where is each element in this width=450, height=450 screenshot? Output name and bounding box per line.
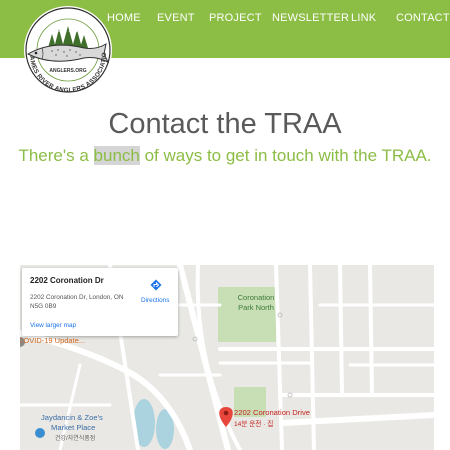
marker-label: 2202 Coronation Drive [234, 408, 310, 417]
logo-established: EST. 1986 [55, 28, 80, 34]
covid-label: COVID-19 Update... [20, 336, 86, 345]
nav-project[interactable]: PROJECT [209, 12, 262, 24]
subtitle-text-before: There's a [18, 146, 94, 165]
subtitle-text-after: of ways to get in touch with the TRAA. [139, 146, 432, 165]
nav-contact[interactable]: CONTACT [396, 12, 450, 24]
market-label-2: Market Place [51, 423, 96, 432]
market-pin-icon[interactable] [35, 428, 45, 438]
directions-link[interactable]: Directions [141, 297, 169, 304]
map-info-card: 2202 Coronation Dr 2202 Coronation Dr, L… [22, 268, 178, 336]
page-subtitle: There's a bunch of ways to get in touch … [0, 146, 450, 166]
card-address: 2202 Coronation Dr, London, ON N5G 0B9 [30, 294, 124, 310]
nav-link[interactable]: LINK [351, 12, 376, 24]
nav-newsletter[interactable]: NEWSLETTER [272, 12, 349, 24]
traa-logo[interactable]: EST. 1986 ANGLERS.ORG THAMES RIVER ANGLE… [20, 0, 114, 96]
marker-sublabel: 14분 운전 · 집 [234, 421, 274, 428]
logo-website: ANGLERS.ORG [49, 68, 86, 74]
subtitle-highlight: bunch [93, 146, 140, 165]
market-label-1: Jaydancin & Zoe's [41, 413, 103, 422]
nav-event[interactable]: EVENT [157, 12, 195, 24]
card-title: 2202 Coronation Dr [30, 276, 104, 285]
page-title: Contact the TRAA [108, 108, 342, 140]
park-label: Coronation Park North [237, 293, 275, 312]
market-label-3: 건강/자연식품점 [55, 436, 96, 442]
view-larger-map-link[interactable]: View larger map [30, 322, 76, 329]
directions-icon[interactable] [150, 279, 162, 291]
